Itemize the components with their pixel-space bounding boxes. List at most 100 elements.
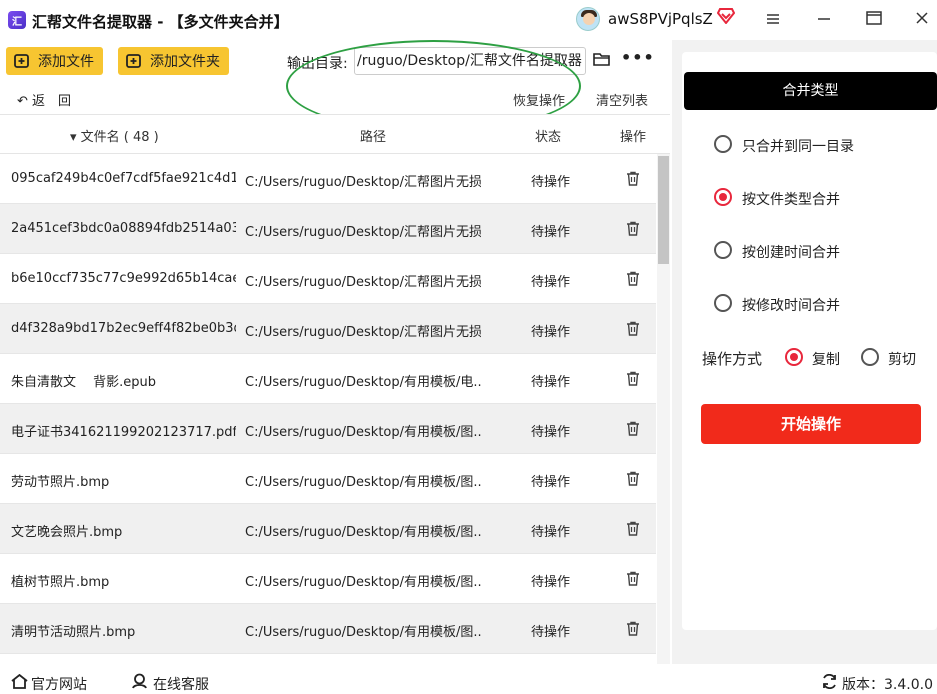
close-icon[interactable] [912,10,932,30]
mode-label-cut[interactable]: 剪切 [888,349,916,369]
table-row[interactable]: d4f328a9bd17b2ec9eff4f82be0b3dd... C:/Us… [0,304,656,354]
row-status: 待操作 [531,525,571,540]
list-scrollbar[interactable] [657,154,670,664]
column-header-name[interactable]: ▾ 文件名 ( 48 ) [70,126,159,145]
add-folder-icon [126,54,141,68]
trash-icon[interactable] [626,171,640,186]
row-path: C:/Users/ruguo/Desktop/有用模板/图... [245,575,481,590]
trash-icon[interactable] [626,271,640,286]
radio-by-created-time[interactable] [714,241,732,259]
row-filename: 电子证书341621199202123717.pdf [11,425,236,440]
add-file-button[interactable]: 添加文件 [6,47,103,75]
table-row[interactable] [0,654,656,664]
column-header-path: 路径 [360,130,387,145]
trash-icon[interactable] [626,371,640,386]
row-status: 待操作 [531,425,571,440]
option-label-by-modified-time[interactable]: 按修改时间合并 [742,295,840,315]
add-folder-button[interactable]: 添加文件夹 [118,47,229,75]
table-row[interactable]: 文艺晚会照片.bmp C:/Users/ruguo/Desktop/有用模板/图… [0,504,656,554]
radio-by-modified-time[interactable] [714,294,732,312]
add-folder-label: 添加文件夹 [150,54,220,70]
more-options-icon[interactable]: ••• [621,48,655,67]
user-avatar[interactable] [576,7,600,31]
row-path: C:/Users/ruguo/Desktop/有用模板/图... [245,625,481,640]
footer: 官方网站 在线客服 版本：3.4.0.0 [0,664,937,694]
column-header-status: 状态 [535,130,562,145]
table-row[interactable]: 电子证书341621199202123717.pdf C:/Users/rugu… [0,404,656,454]
radio-copy[interactable] [785,348,803,366]
scrollbar-thumb[interactable] [658,156,669,264]
row-path: C:/Users/ruguo/Desktop/有用模板/图... [245,525,481,540]
table-header: ▾ 文件名 ( 48 ) 路径 状态 操作 [0,114,670,154]
row-status: 待操作 [531,175,571,190]
row-path: C:/Users/ruguo/Desktop/汇帮图片无损... [245,325,481,340]
operation-mode-label: 操作方式 [702,350,763,368]
row-filename: 文艺晚会照片.bmp [11,525,123,540]
trash-icon[interactable] [626,621,640,636]
row-filename: 清明节活动照片.bmp [11,625,136,640]
menu-icon[interactable] [763,10,783,30]
trash-icon[interactable] [626,571,640,586]
minimize-icon[interactable] [814,10,834,30]
username[interactable]: awS8PVjPqlsZ [608,10,713,28]
vip-diamond-icon[interactable] [717,8,735,24]
trash-icon[interactable] [626,521,640,536]
row-status: 待操作 [531,375,571,390]
start-button[interactable]: 开始操作 [701,404,921,444]
row-path: C:/Users/ruguo/Desktop/汇帮图片无损... [245,275,481,290]
radio-by-file-type[interactable] [714,188,732,206]
mode-label-copy[interactable]: 复制 [812,349,840,369]
table-row[interactable]: 095caf249b4c0ef7cdf5fae921c4d15... C:/Us… [0,154,656,204]
row-path: C:/Users/ruguo/Desktop/有用模板/电... [245,375,481,390]
customer-service-icon [132,673,147,689]
column-header-action: 操作 [620,130,647,145]
table-row[interactable]: 2a451cef3bdc0a08894fdb2514a03a2... C:/Us… [0,204,656,254]
folder-open-icon[interactable] [593,52,611,66]
title-bar: 汇 汇帮文件名提取器 - 【多文件夹合并】 awS8PVjPqlsZ [0,0,937,40]
back-button[interactable]: ↶ 返 回 [17,90,71,109]
row-filename: b6e10ccf735c77c9e992d65b14cae6f... [11,271,236,286]
row-path: C:/Users/ruguo/Desktop/汇帮图片无损... [245,225,481,240]
trash-icon[interactable] [626,471,640,486]
row-filename: 劳动节照片.bmp [11,475,110,490]
merge-type-header: 合并类型 [684,72,937,110]
refresh-icon [823,674,836,689]
online-service-link[interactable]: 在线客服 [153,674,209,694]
table-row[interactable]: 植树节照片.bmp C:/Users/ruguo/Desktop/有用模板/图.… [0,554,656,604]
trash-icon[interactable] [626,221,640,236]
table-row[interactable]: 朱自清散文 背影.epub C:/Users/ruguo/Desktop/有用模… [0,354,656,404]
row-status: 待操作 [531,475,571,490]
trash-icon[interactable] [626,321,640,336]
table-row[interactable]: 清明节活动照片.bmp C:/Users/ruguo/Desktop/有用模板/… [0,604,656,654]
official-website-link[interactable]: 官方网站 [31,674,87,694]
trash-icon[interactable] [626,421,640,436]
add-file-icon [14,54,29,68]
row-status: 待操作 [531,325,571,340]
option-label-by-file-type[interactable]: 按文件类型合并 [742,189,840,209]
option-label-by-created-time[interactable]: 按创建时间合并 [742,242,840,262]
option-label-same-directory[interactable]: 只合并到同一目录 [742,136,854,156]
radio-cut[interactable] [861,348,879,366]
maximize-icon[interactable] [864,10,884,30]
add-file-label: 添加文件 [38,54,94,70]
file-list: 095caf249b4c0ef7cdf5fae921c4d15... C:/Us… [0,154,656,664]
row-status: 待操作 [531,275,571,290]
table-row[interactable]: b6e10ccf735c77c9e992d65b14cae6f... C:/Us… [0,254,656,304]
restore-button[interactable]: 恢复操作 [513,90,565,109]
table-row[interactable]: 劳动节照片.bmp C:/Users/ruguo/Desktop/有用模板/图.… [0,454,656,504]
row-status: 待操作 [531,575,571,590]
version-label: 版本：3.4.0.0 [842,677,933,693]
radio-same-directory[interactable] [714,135,732,153]
row-path: C:/Users/ruguo/Desktop/汇帮图片无损... [245,175,481,190]
toolbar: 添加文件 添加文件夹 输出目录: /ruguo/Desktop/汇帮文件名提取器… [0,40,670,132]
clear-list-button[interactable]: 清空列表 [596,90,648,109]
row-status: 待操作 [531,625,571,640]
row-path: C:/Users/ruguo/Desktop/有用模板/图... [245,475,481,490]
output-dir-label: 输出目录: [287,56,348,72]
home-icon [11,674,28,689]
app-logo-icon: 汇 [8,11,26,29]
row-filename: 朱自清散文 背影.epub [11,375,157,390]
row-filename: 095caf249b4c0ef7cdf5fae921c4d15... [11,171,236,186]
output-dir-field[interactable]: /ruguo/Desktop/汇帮文件名提取器 [354,47,586,75]
row-path: C:/Users/ruguo/Desktop/有用模板/图... [245,425,481,440]
